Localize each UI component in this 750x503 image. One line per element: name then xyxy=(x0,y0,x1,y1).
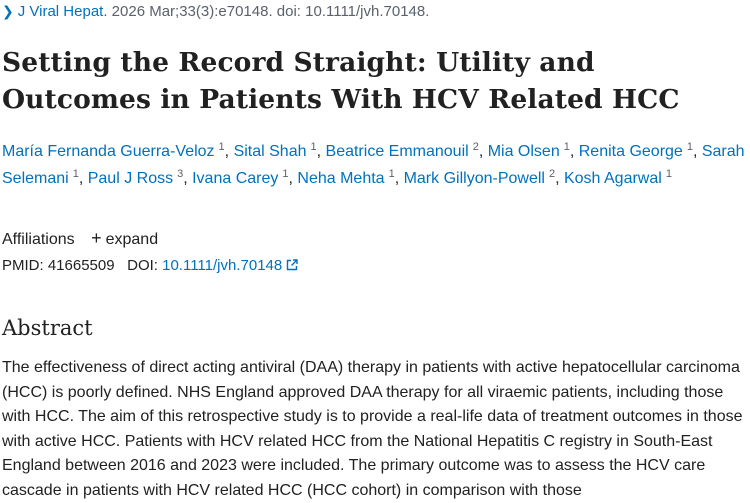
author-separator: , xyxy=(183,170,193,187)
affiliations-row: Affiliations + expand xyxy=(2,228,158,249)
author-item: Beatrice Emmanouil 2, xyxy=(326,141,488,160)
author-affiliation-number[interactable]: 1 xyxy=(564,141,570,153)
pmid-value: 41665509 xyxy=(47,257,115,274)
author-affiliation-number[interactable]: 1 xyxy=(73,168,79,180)
author-link[interactable]: Mia Olsen xyxy=(488,143,560,160)
author-affiliation-number[interactable]: 1 xyxy=(282,168,288,180)
author-link[interactable]: Renita George xyxy=(579,143,683,160)
author-separator: , xyxy=(569,143,579,160)
identifiers-row: PMID: 41665509 DOI: 10.1111/jvh.70148 xyxy=(2,257,298,275)
author-item: Mia Olsen 1, xyxy=(488,141,579,160)
expand-label: expand xyxy=(105,231,159,248)
author-link[interactable]: Sital Shah xyxy=(234,143,307,160)
author-affiliation-number[interactable]: 2 xyxy=(473,141,479,153)
chevron-right-icon: ❯ xyxy=(2,3,14,19)
author-link[interactable]: Neha Mehta xyxy=(297,170,384,187)
author-affiliation-number[interactable]: 1 xyxy=(311,141,317,153)
author-separator: , xyxy=(478,143,488,160)
external-link-icon xyxy=(286,258,298,275)
author-link[interactable]: Kosh Agarwal xyxy=(564,170,662,187)
affiliations-expand-button[interactable]: + expand xyxy=(91,228,159,248)
author-affiliation-number[interactable]: 1 xyxy=(666,168,672,180)
abstract-heading: Abstract xyxy=(2,316,93,340)
abstract-body: The effectiveness of direct acting antiv… xyxy=(2,356,750,503)
author-item: Neha Mehta 1, xyxy=(297,168,404,187)
author-separator: , xyxy=(316,143,326,160)
author-item: María Fernanda Guerra-Veloz 1, xyxy=(2,141,234,160)
journal-link[interactable]: J Viral Hepat. xyxy=(18,3,108,20)
abstract-paragraph: The effectiveness of direct acting antiv… xyxy=(2,359,743,499)
author-item: Mark Gillyon-Powell 2, xyxy=(404,168,564,187)
author-affiliation-number[interactable]: 1 xyxy=(219,141,225,153)
doi-link[interactable]: 10.1111/jvh.70148 xyxy=(162,257,298,274)
authors-list: María Fernanda Guerra-Veloz 1, Sital Shah… xyxy=(2,139,750,193)
author-item: Sital Shah 1, xyxy=(234,141,326,160)
doi-value: 10.1111/jvh.70148 xyxy=(162,257,283,274)
author-item: Kosh Agarwal 1 xyxy=(564,168,672,187)
citation-line: ❯ J Viral Hepat. 2026 Mar;33(3):e70148. d… xyxy=(2,3,429,20)
author-link[interactable]: Beatrice Emmanouil xyxy=(326,143,469,160)
author-item: Renita George 1, xyxy=(579,141,702,160)
doi-label: DOI: xyxy=(127,257,158,274)
affiliations-label: Affiliations xyxy=(2,231,75,248)
author-affiliation-number[interactable]: 2 xyxy=(549,168,555,180)
author-link[interactable]: Ivana Carey xyxy=(192,170,278,187)
author-separator: , xyxy=(78,170,88,187)
author-separator: , xyxy=(224,143,234,160)
citation-details: 2026 Mar;33(3):e70148. doi: 10.1111/jvh.… xyxy=(111,3,430,20)
author-separator: , xyxy=(394,170,404,187)
pmid-label: PMID: xyxy=(2,257,44,274)
plus-icon: + xyxy=(91,228,102,248)
author-affiliation-number[interactable]: 1 xyxy=(687,141,693,153)
author-link[interactable]: María Fernanda Guerra-Veloz xyxy=(2,143,215,160)
author-item: Paul J Ross 3, xyxy=(88,168,193,187)
author-item: Ivana Carey 1, xyxy=(192,168,297,187)
author-separator: , xyxy=(555,170,564,187)
author-link[interactable]: Paul J Ross xyxy=(88,170,173,187)
author-affiliation-number[interactable]: 1 xyxy=(389,168,395,180)
author-affiliation-number[interactable]: 3 xyxy=(177,168,183,180)
author-separator: , xyxy=(692,143,702,160)
author-link[interactable]: Mark Gillyon-Powell xyxy=(404,170,545,187)
article-title: Setting the Record Straight: Utility and… xyxy=(2,47,680,115)
